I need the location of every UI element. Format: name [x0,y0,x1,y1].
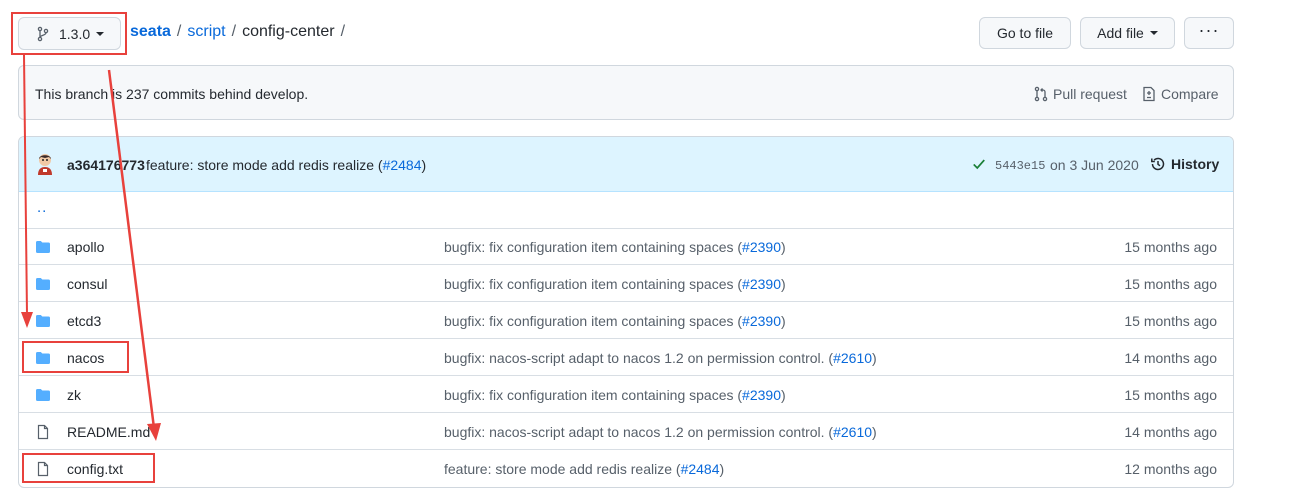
breadcrumb-script-link[interactable]: script [187,23,225,40]
breadcrumb: seata / script / config-center / [130,23,351,41]
file-age: 14 months ago [1124,350,1217,366]
pull-request-link[interactable]: Pull request [1033,86,1127,102]
go-to-file-button[interactable]: Go to file [979,17,1071,49]
more-options-button[interactable]: ··· [1184,17,1234,49]
file-commit-close: ) [780,387,786,403]
commit-date: on 3 Jun 2020 [1050,157,1139,173]
breadcrumb-separator: / [176,23,182,40]
history-icon [1151,157,1165,171]
file-age: 15 months ago [1124,387,1217,403]
git-branch-icon [37,26,49,41]
file-age: 14 months ago [1124,424,1217,440]
file-commit-pr-link[interactable]: #2390 [742,387,781,403]
breadcrumb-repo-link[interactable]: seata [130,23,171,40]
file-commit-close: ) [719,461,725,477]
commit-sha[interactable]: 5443e15 [995,159,1045,173]
add-file-label: Add file [1097,25,1144,41]
avatar[interactable] [35,153,55,175]
file-age: 15 months ago [1124,313,1217,329]
parent-directory-row[interactable]: .. [19,191,1233,229]
compare-label: Compare [1161,86,1219,102]
file-commit-pr-link[interactable]: #2610 [833,350,872,366]
file-commit-text: bugfix: fix configuration item containin… [444,387,743,403]
file-name-link[interactable]: apollo [67,239,104,255]
file-commit-message[interactable]: bugfix: nacos-script adapt to nacos 1.2 … [444,424,877,440]
file-row[interactable]: etcd3 bugfix: fix configuration item cont… [19,302,1233,339]
file-row[interactable]: README.md bugfix: nacos-script adapt to n… [19,413,1233,450]
file-commit-text: bugfix: nacos-script adapt to nacos 1.2 … [444,424,834,440]
file-row[interactable]: consul bugfix: fix configuration item con… [19,265,1233,302]
file-icon [37,461,49,477]
parent-directory-link[interactable]: .. [37,199,47,216]
commit-message-text: feature: store mode add redis realize ( [146,157,383,173]
folder-icon [36,315,50,327]
file-row[interactable]: zk bugfix: fix configuration item contain… [19,376,1233,413]
branch-selector-button[interactable]: 1.3.0 [18,17,121,50]
behind-message: This branch is 237 commits behind develo… [35,86,309,102]
folder-icon [36,278,50,290]
file-name-link[interactable]: config.txt [67,461,123,477]
commit-message-close: ) [421,157,427,173]
branch-label: 1.3.0 [59,25,91,42]
commit-author[interactable]: a364176773 [67,157,145,173]
breadcrumb-current-dir: config-center [242,23,335,40]
breadcrumb-separator: / [231,23,237,40]
check-icon[interactable] [972,157,986,171]
pull-request-label: Pull request [1053,86,1127,102]
file-icon [37,424,49,440]
file-commit-pr-link[interactable]: #2390 [742,239,781,255]
file-name-link[interactable]: consul [67,276,107,292]
file-commit-pr-link[interactable]: #2610 [833,424,872,440]
commit-message[interactable]: feature: store mode add redis realize (#… [146,157,426,173]
file-name-link[interactable]: etcd3 [67,313,101,329]
file-name-link[interactable]: zk [67,387,81,403]
folder-icon [36,352,50,364]
file-commit-message[interactable]: feature: store mode add redis realize (#… [444,461,724,477]
file-commit-close: ) [872,350,877,366]
file-name-link[interactable]: README.md [67,424,150,440]
file-age: 15 months ago [1124,276,1217,292]
file-age: 15 months ago [1124,239,1217,255]
file-listing: a364176773 feature: store mode add redis… [18,136,1234,488]
file-row[interactable]: config.txt feature: store mode add redis … [19,450,1233,487]
file-commit-pr-link[interactable]: #2484 [681,461,720,477]
file-commit-message[interactable]: bugfix: fix configuration item containin… [444,387,786,403]
breadcrumb-separator: / [340,23,346,40]
file-row[interactable]: apollo bugfix: fix configuration item con… [19,228,1233,265]
branch-behind-banner: This branch is 237 commits behind develo… [18,65,1234,120]
file-commit-message[interactable]: bugfix: fix configuration item containin… [444,276,786,292]
file-commit-pr-link[interactable]: #2390 [742,276,781,292]
file-commit-pr-link[interactable]: #2390 [742,313,781,329]
kebab-horizontal-icon: ··· [1198,19,1220,40]
file-commit-text: bugfix: fix configuration item containin… [444,239,743,255]
file-commit-message[interactable]: bugfix: nacos-script adapt to nacos 1.2 … [444,350,877,366]
file-diff-icon [1143,86,1155,102]
folder-icon [36,389,50,401]
chevron-down-icon [96,31,105,36]
commit-pr-link[interactable]: #2484 [383,157,422,173]
history-label: History [1171,156,1220,172]
latest-commit-bar: a364176773 feature: store mode add redis… [19,137,1233,192]
file-commit-close: ) [780,276,786,292]
file-commit-text: bugfix: fix configuration item containin… [444,276,743,292]
file-commit-close: ) [780,239,786,255]
file-commit-close: ) [780,313,786,329]
file-commit-message[interactable]: bugfix: fix configuration item containin… [444,313,786,329]
file-commit-text: feature: store mode add redis realize ( [444,461,681,477]
git-pull-request-icon [1034,86,1048,102]
file-commit-text: bugfix: fix configuration item containin… [444,313,743,329]
file-commit-message[interactable]: bugfix: fix configuration item containin… [444,239,786,255]
compare-link[interactable]: Compare [1141,86,1219,102]
folder-icon [36,241,50,253]
chevron-down-icon [1149,31,1158,35]
file-age: 12 months ago [1124,461,1217,477]
file-commit-close: ) [872,424,877,440]
file-name-link[interactable]: nacos [67,350,104,366]
file-row[interactable]: nacos bugfix: nacos-script adapt to nacos… [19,339,1233,376]
history-link[interactable]: History [1150,156,1219,172]
add-file-button[interactable]: Add file [1080,17,1175,49]
go-to-file-label: Go to file [996,25,1054,41]
file-commit-text: bugfix: nacos-script adapt to nacos 1.2 … [444,350,834,366]
